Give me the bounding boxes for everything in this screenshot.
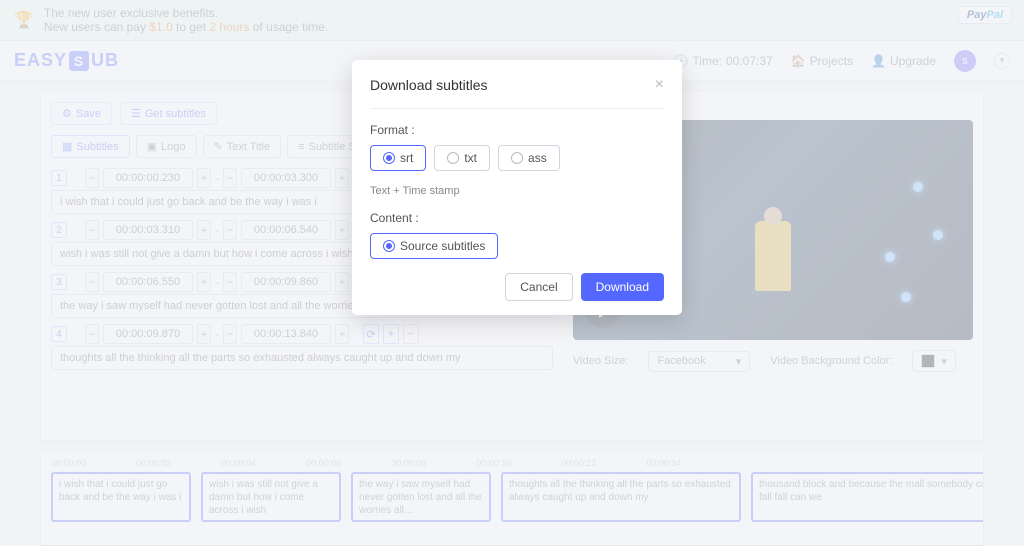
download-subtitles-modal: Download subtitles × Format : srt txt as… [352,60,682,315]
content-label: Content : [370,211,664,225]
modal-title: Download subtitles [370,77,488,93]
close-icon[interactable]: × [655,76,664,94]
radio-icon [447,152,459,164]
radio-icon [383,240,395,252]
format-option-srt[interactable]: srt [370,145,426,171]
format-label: Format : [370,123,664,137]
radio-icon [383,152,395,164]
radio-icon [511,152,523,164]
content-option-source[interactable]: Source subtitles [370,233,498,259]
format-hint: Text + Time stamp [370,185,664,197]
cancel-button[interactable]: Cancel [505,273,572,301]
download-button[interactable]: Download [581,273,664,301]
format-option-txt[interactable]: txt [434,145,490,171]
format-option-ass[interactable]: ass [498,145,560,171]
